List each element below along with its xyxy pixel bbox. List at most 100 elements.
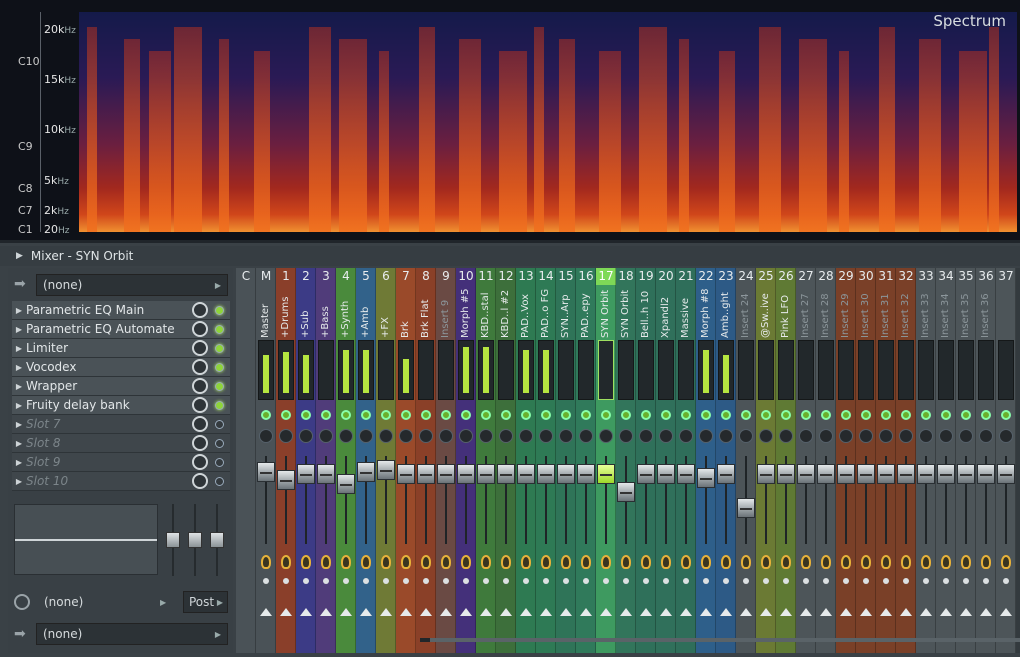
- mixer-strip[interactable]: 37: [996, 268, 1016, 653]
- effect-slot[interactable]: ▶ Slot 10: [12, 472, 230, 491]
- phase-dot[interactable]: [623, 578, 629, 584]
- strip-name[interactable]: Master: [258, 288, 274, 338]
- pan-knob[interactable]: [879, 429, 893, 443]
- mix-knob[interactable]: [192, 378, 208, 394]
- mix-fader[interactable]: [188, 504, 202, 576]
- phase-dot[interactable]: [343, 578, 349, 584]
- stereo-separation-knob[interactable]: [521, 555, 531, 569]
- pan-knob[interactable]: [979, 429, 993, 443]
- strip-name[interactable]: Morph #5: [458, 288, 474, 338]
- expand-triangle-icon[interactable]: ▶: [12, 420, 26, 429]
- mix-knob[interactable]: [192, 302, 208, 318]
- pan-knob[interactable]: [519, 429, 533, 443]
- strip-name[interactable]: KBD..stal: [478, 288, 494, 338]
- phase-dot[interactable]: [863, 578, 869, 584]
- slot-enable-led[interactable]: [215, 420, 224, 429]
- stereo-separation-knob[interactable]: [421, 555, 431, 569]
- strip-enable-led[interactable]: [301, 410, 311, 420]
- mixer-strip[interactable]: 17 SYN Orbit: [596, 268, 616, 653]
- phase-dot[interactable]: [943, 578, 949, 584]
- phase-dot[interactable]: [823, 578, 829, 584]
- mixer-strip[interactable]: 35 Insert 35: [956, 268, 976, 653]
- strip-number[interactable]: 23: [716, 268, 736, 285]
- route-arrow-icon[interactable]: [380, 608, 392, 616]
- mixer-strip[interactable]: 28 Insert 28: [816, 268, 836, 653]
- route-arrow-icon[interactable]: [440, 608, 452, 616]
- strip-enable-led[interactable]: [1001, 410, 1011, 420]
- volume-fader[interactable]: [257, 462, 275, 482]
- strip-number[interactable]: M: [256, 268, 276, 285]
- volume-fader[interactable]: [797, 464, 815, 484]
- strip-enable-led[interactable]: [461, 410, 471, 420]
- phase-dot[interactable]: [663, 578, 669, 584]
- strip-number[interactable]: 33: [916, 268, 936, 285]
- pan-knob[interactable]: [259, 429, 273, 443]
- stereo-separation-knob[interactable]: [441, 555, 451, 569]
- strip-enable-led[interactable]: [921, 410, 931, 420]
- stereo-separation-knob[interactable]: [1001, 555, 1011, 569]
- route-arrow-icon[interactable]: [460, 608, 472, 616]
- phase-dot[interactable]: [603, 578, 609, 584]
- route-arrow-icon[interactable]: [360, 608, 372, 616]
- pan-knob[interactable]: [579, 429, 593, 443]
- mix-knob[interactable]: [192, 321, 208, 337]
- slot-enable-led[interactable]: [215, 458, 224, 467]
- mixer-strip[interactable]: 16 PAD..epy: [576, 268, 596, 653]
- volume-fader[interactable]: [597, 464, 615, 484]
- scroll-thumb[interactable]: [430, 638, 1020, 642]
- strip-number[interactable]: 15: [556, 268, 576, 285]
- phase-dot[interactable]: [703, 578, 709, 584]
- strip-enable-led[interactable]: [561, 410, 571, 420]
- phase-dot[interactable]: [903, 578, 909, 584]
- stereo-separation-knob[interactable]: [401, 555, 411, 569]
- phase-dot[interactable]: [643, 578, 649, 584]
- route-arrow-icon[interactable]: [940, 608, 952, 616]
- mixer-strip[interactable]: 10 Morph #5: [456, 268, 476, 653]
- expand-triangle-icon[interactable]: ▶: [12, 401, 26, 410]
- strip-number[interactable]: C: [236, 268, 256, 285]
- mixer-strip[interactable]: 15 SYN..Arp: [556, 268, 576, 653]
- phase-dot[interactable]: [803, 578, 809, 584]
- mixer-strip[interactable]: 13 PAD..Vox: [516, 268, 536, 653]
- mix-knob[interactable]: [192, 397, 208, 413]
- strip-enable-led[interactable]: [741, 410, 751, 420]
- stereo-separation-knob[interactable]: [661, 555, 671, 569]
- route-arrow-icon[interactable]: [480, 608, 492, 616]
- strip-name[interactable]: Bell..h 10: [638, 288, 654, 338]
- effect-slot[interactable]: ▶ Limiter: [12, 339, 230, 358]
- volume-fader[interactable]: [857, 464, 875, 484]
- expand-triangle-icon[interactable]: ▶: [12, 325, 26, 334]
- strip-name[interactable]: [238, 288, 254, 338]
- route-arrow-icon[interactable]: [720, 608, 732, 616]
- pan-knob[interactable]: [739, 429, 753, 443]
- pan-knob[interactable]: [499, 429, 513, 443]
- stereo-separation-knob[interactable]: [341, 555, 351, 569]
- stereo-separation-knob[interactable]: [941, 555, 951, 569]
- strip-number[interactable]: 13: [516, 268, 536, 285]
- phase-dot[interactable]: [583, 578, 589, 584]
- strip-name[interactable]: Brk Flat: [418, 288, 434, 338]
- phase-dot[interactable]: [843, 578, 849, 584]
- phase-dot[interactable]: [883, 578, 889, 584]
- mixer-strip[interactable]: 18 SYN Orbit: [616, 268, 636, 653]
- effect-slot[interactable]: ▶ Vocodex: [12, 358, 230, 377]
- strip-number[interactable]: 2: [296, 268, 316, 285]
- volume-fader[interactable]: [977, 464, 995, 484]
- strip-number[interactable]: 3: [316, 268, 336, 285]
- strip-enable-led[interactable]: [341, 410, 351, 420]
- slot-enable-led[interactable]: [215, 306, 224, 315]
- strip-number[interactable]: 36: [976, 268, 996, 285]
- strip-name[interactable]: Insert 34: [938, 288, 954, 338]
- strip-name[interactable]: +Drums: [278, 288, 294, 338]
- volume-fader[interactable]: [957, 464, 975, 484]
- pan-knob[interactable]: [439, 429, 453, 443]
- mix-knob[interactable]: [192, 340, 208, 356]
- strip-name[interactable]: Massive: [678, 288, 694, 338]
- pan-knob[interactable]: [419, 429, 433, 443]
- route-arrow-icon[interactable]: [540, 608, 552, 616]
- mixer-strip[interactable]: M Master: [256, 268, 276, 653]
- effect-slot[interactable]: ▶ Slot 8: [12, 434, 230, 453]
- strip-number[interactable]: 37: [996, 268, 1016, 285]
- volume-fader[interactable]: [497, 464, 515, 484]
- effect-slot[interactable]: ▶ Wrapper: [12, 377, 230, 396]
